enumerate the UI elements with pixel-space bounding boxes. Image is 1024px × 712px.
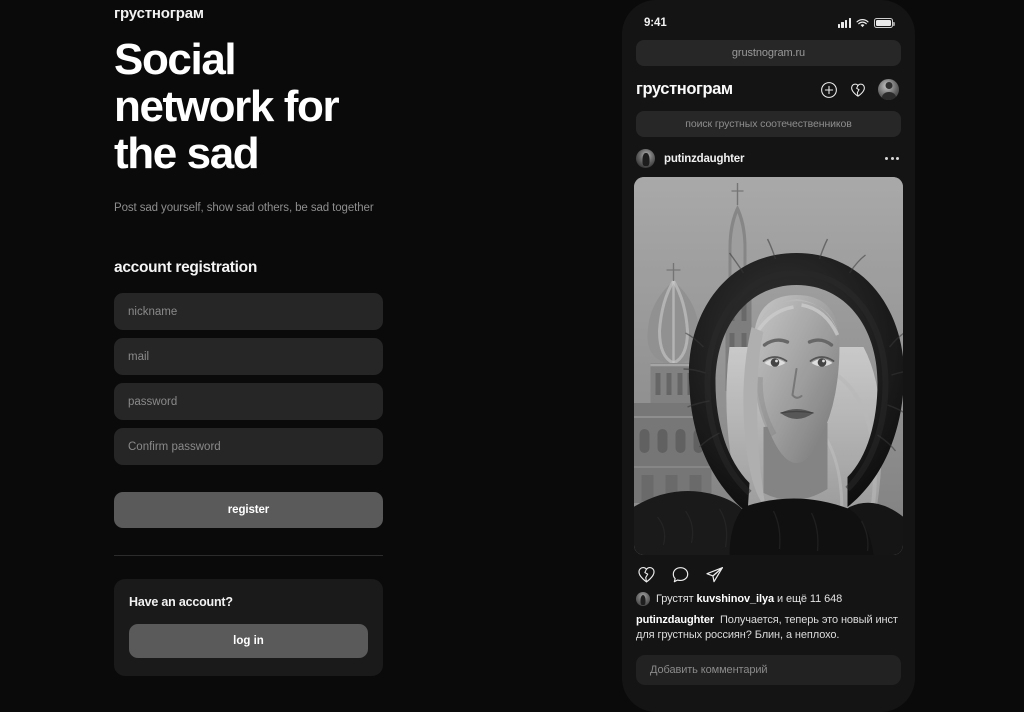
post-image-graphic [634,177,903,555]
battery-icon [874,18,895,28]
hero-subtitle: Post sad yourself, show sad others, be s… [114,202,374,214]
likes-count[interactable]: 11 648 [810,593,842,605]
liker-avatar [636,592,650,606]
avatar[interactable] [878,79,899,100]
existing-account-card: Have an account? log in [114,579,383,676]
signal-icon [837,18,851,28]
email-field[interactable] [114,338,383,375]
login-button[interactable]: log in [129,624,368,658]
more-options-icon[interactable] [885,157,901,160]
wifi-icon [856,18,869,27]
nickname-input[interactable] [114,293,383,330]
header-actions [820,79,899,100]
registration-form [114,293,384,465]
likes-middle: и ещё [774,593,810,605]
app-logo: грустнограм [636,80,733,98]
post-header: putinzdaughter [622,137,915,168]
browser-url-bar[interactable]: grustnogram.ru [636,40,901,66]
registration-heading: account registration [114,259,257,276]
search-input[interactable]: поиск грустных соотечественников [636,111,901,137]
password-input[interactable] [114,383,383,420]
plus-circle-icon[interactable] [820,81,838,99]
landing-panel: грустнограм Social network for the sad P… [114,0,384,712]
post-author-name[interactable]: putinzdaughter [664,153,885,165]
post-caption: putinzdaughter Получается, теперь это но… [622,606,915,643]
confirm-password-input[interactable] [114,428,383,465]
likes-prefix: Грустят [656,593,694,605]
likes-row: Грустят kuvshinov_ilya и ещё 11 648 [622,585,915,606]
post-image [634,177,903,555]
status-time: 9:41 [644,17,667,29]
register-button[interactable]: register [114,492,383,528]
post-author-avatar[interactable] [636,149,655,168]
post-actions [622,555,915,585]
status-indicators [837,18,895,29]
app-header: грустнограм [622,66,915,100]
comment-input[interactable]: Добавить комментарий [636,655,901,685]
status-bar: 9:41 [622,0,915,38]
liker-username[interactable]: kuvshinov_ilya [697,593,775,605]
have-account-label: Have an account? [129,595,233,609]
broken-heart-icon[interactable] [636,564,657,585]
phone-mockup: 9:41 grustnogram.ru грустнограм поиск гр… [622,0,915,712]
section-divider [114,555,383,556]
page-title: Social network for the sad [114,35,340,178]
brand-wordmark: грустнограм [114,5,204,22]
broken-heart-icon[interactable] [849,81,867,99]
caption-author[interactable]: putinzdaughter [636,614,714,626]
share-icon[interactable] [704,564,725,585]
page-root: грустнограм Social network for the sad P… [0,0,1024,712]
comment-icon[interactable] [670,564,691,585]
